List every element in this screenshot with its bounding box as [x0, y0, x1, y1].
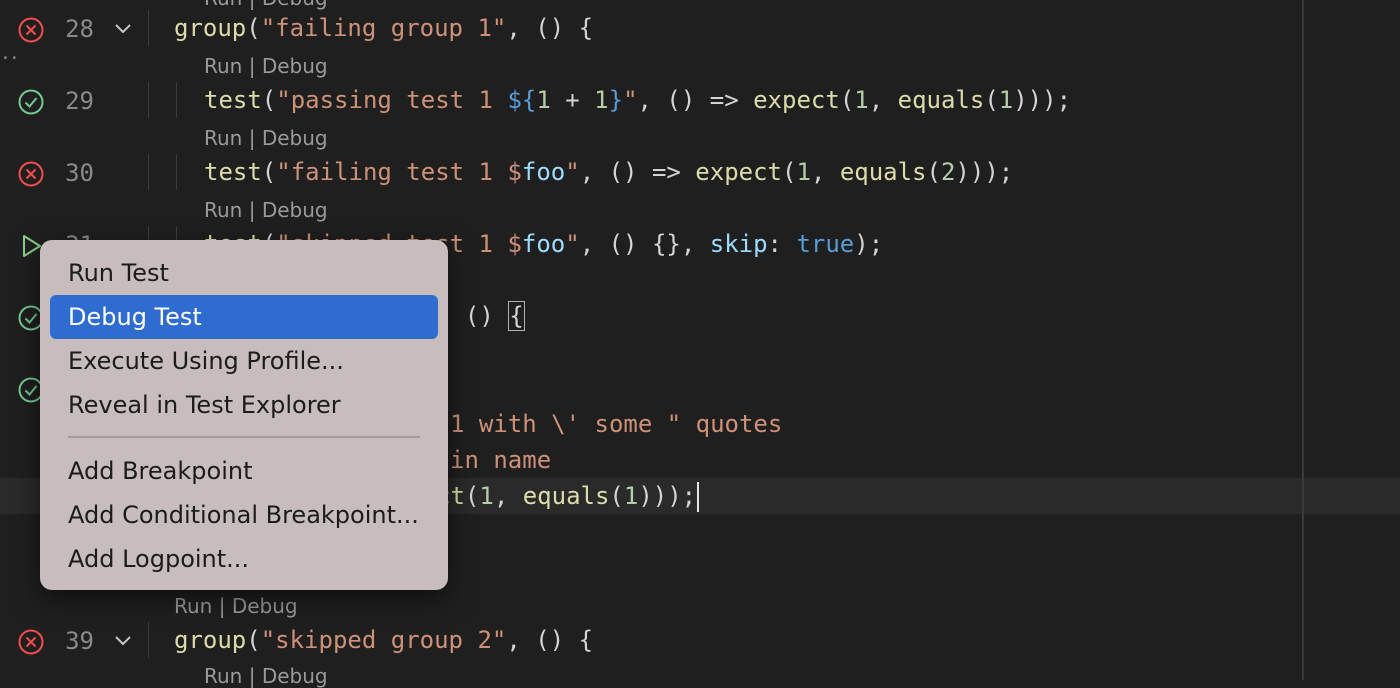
codelens-run-debug[interactable]: Run | Debug — [174, 594, 298, 618]
codelens-run[interactable]: Run — [204, 54, 242, 78]
line-number: 30 — [65, 159, 94, 187]
code-text: , () { — [436, 301, 525, 331]
overflow-dots: ·· — [0, 48, 20, 69]
code-line[interactable]: 39 group("skipped group 2", () { — [0, 622, 1400, 658]
indent-guide — [176, 82, 177, 118]
codelens-run[interactable]: Run — [204, 0, 242, 10]
code-text: ct(1, equals(1))); — [436, 480, 700, 512]
line-number: 39 — [65, 627, 94, 655]
menu-separator — [68, 436, 420, 438]
menu-item-execute-using-profile[interactable]: Execute Using Profile... — [50, 339, 438, 383]
codelens-run-debug[interactable]: Run | Debug — [204, 198, 328, 222]
context-menu: Run Test Debug Test Execute Using Profil… — [40, 240, 448, 590]
line-number: 28 — [65, 15, 94, 43]
codelens-debug[interactable]: Debug — [262, 126, 328, 150]
code-text: 1 with \' some " quotes — [450, 410, 783, 438]
codelens-run[interactable]: Run — [204, 664, 242, 688]
menu-item-debug-test[interactable]: Debug Test — [50, 295, 438, 339]
code-text: test("failing test 1 $foo", () => expect… — [204, 158, 1014, 186]
code-text: in name — [450, 446, 552, 474]
codelens-run-debug[interactable]: Run | Debug — [204, 54, 328, 78]
code-line[interactable]: 28 group("failing group 1", () { — [0, 10, 1400, 46]
menu-item-run-test[interactable]: Run Test — [50, 251, 438, 295]
code-line[interactable]: 29 test("passing test 1 ${1 + 1}", () =>… — [0, 82, 1400, 118]
codelens-run[interactable]: Run — [204, 126, 242, 150]
indent-guide — [148, 82, 149, 118]
menu-item-add-conditional-breakpoint[interactable]: Add Conditional Breakpoint... — [50, 493, 438, 537]
codelens-run-debug[interactable]: Run | Debug — [204, 126, 328, 150]
codelens-debug[interactable]: Debug — [232, 594, 298, 618]
codelens-debug[interactable]: Debug — [262, 0, 328, 10]
chevron-down-icon[interactable] — [112, 632, 134, 650]
code-line[interactable]: 30 test("failing test 1 $foo", () => exp… — [0, 154, 1400, 190]
codelens-debug[interactable]: Debug — [262, 664, 328, 688]
indent-guide — [148, 10, 149, 46]
codelens-run[interactable]: Run — [204, 198, 242, 222]
indent-guide — [148, 622, 149, 658]
line-number: 29 — [65, 87, 94, 115]
code-text: group("skipped group 2", () { — [174, 626, 594, 654]
error-circle-icon[interactable] — [17, 628, 45, 656]
error-circle-icon[interactable] — [17, 160, 45, 188]
code-text: test("passing test 1 ${1 + 1}", () => ex… — [204, 86, 1072, 114]
codelens-run[interactable]: Run — [174, 594, 212, 618]
text-cursor — [697, 482, 700, 512]
indent-guide — [148, 154, 149, 190]
menu-item-add-breakpoint[interactable]: Add Breakpoint — [50, 449, 438, 493]
chevron-down-icon[interactable] — [112, 20, 134, 38]
codelens-debug[interactable]: Debug — [262, 54, 328, 78]
error-circle-icon[interactable] — [17, 16, 45, 44]
codelens-debug[interactable]: Debug — [262, 198, 328, 222]
codelens-run-debug[interactable]: Run | Debug — [204, 664, 328, 688]
menu-item-add-logpoint[interactable]: Add Logpoint... — [50, 537, 438, 581]
check-circle-icon[interactable] — [17, 88, 45, 116]
codelens-run-debug[interactable]: Run | Debug — [204, 0, 328, 10]
code-text: group("failing group 1", () { — [174, 14, 594, 42]
indent-guide — [176, 154, 177, 190]
menu-item-reveal-in-test-explorer[interactable]: Reveal in Test Explorer — [50, 383, 438, 427]
